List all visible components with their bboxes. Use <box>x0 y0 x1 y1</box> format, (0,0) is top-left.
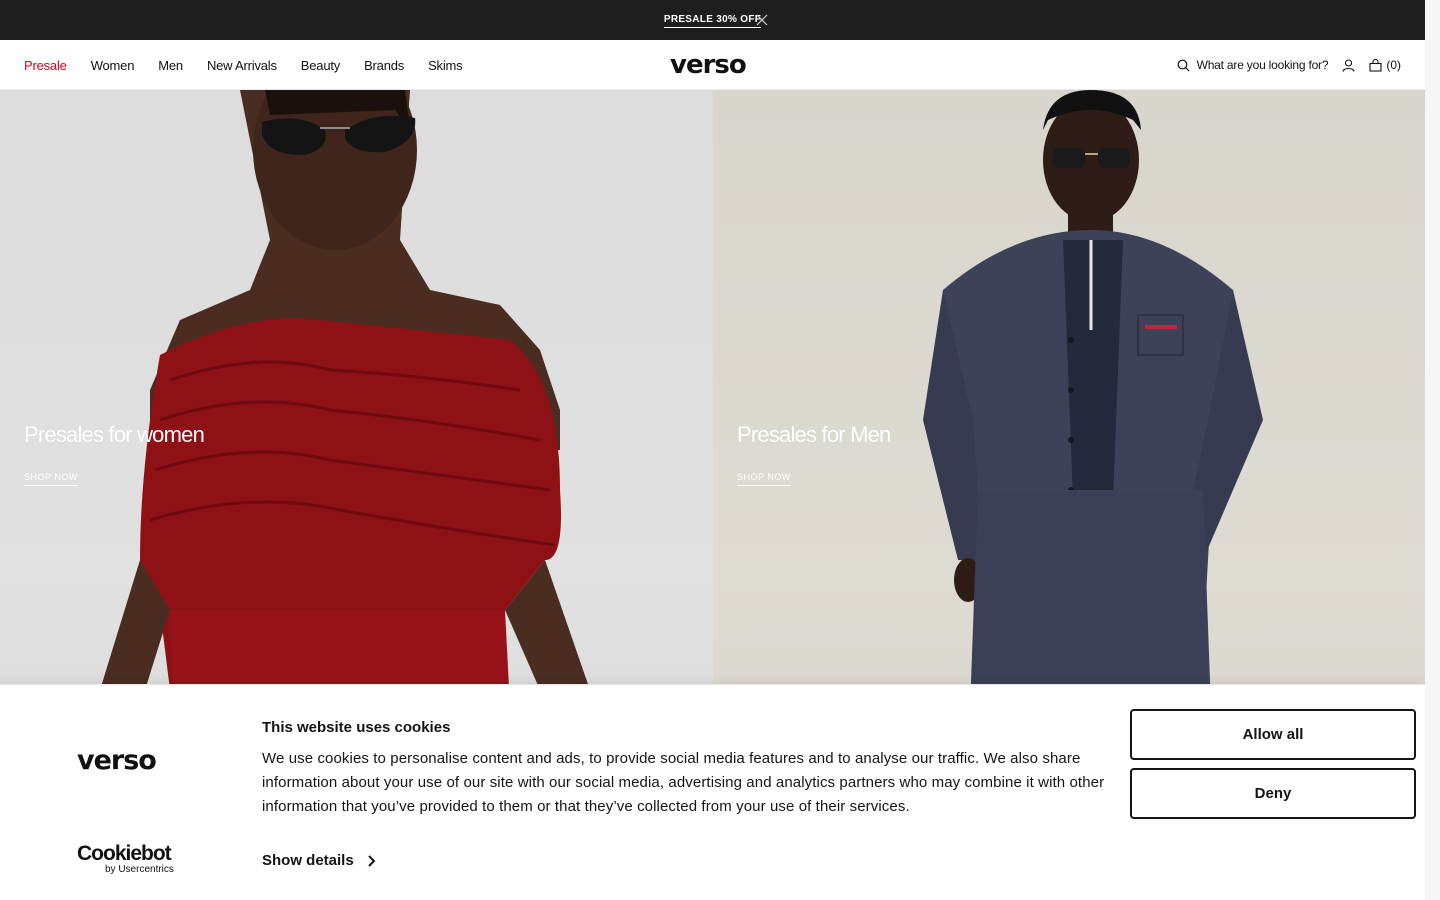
cookiebot-name: Cookiebot <box>77 842 172 865</box>
shop-now-women-link[interactable]: SHOP NOW <box>24 472 78 486</box>
cookie-text: We use cookies to personalise content an… <box>262 750 1105 815</box>
chevron-right-icon <box>367 854 376 867</box>
nav-item-brands[interactable]: Brands <box>364 58 404 73</box>
bag-count[interactable]: (0) <box>1386 58 1401 72</box>
show-details-label: Show details <box>262 852 354 869</box>
site-header: Presale Women Men New Arrivals Beauty Br… <box>0 40 1425 90</box>
nav-item-skims[interactable]: Skims <box>428 58 463 73</box>
cookie-banner: verso Cookiebot by Usercentrics This web… <box>0 684 1425 900</box>
cookie-title: This website uses cookies <box>262 719 451 736</box>
allow-all-button[interactable]: Allow all <box>1130 709 1416 760</box>
header-actions: What are you looking for? (0) <box>1177 40 1401 90</box>
cookiebot-logo: Cookiebot by Usercentrics <box>77 843 174 875</box>
deny-button[interactable]: Deny <box>1130 768 1416 819</box>
site-logo[interactable]: verso <box>670 52 747 78</box>
scrollbar[interactable] <box>1425 0 1440 900</box>
hero-women-heading: Presales for women <box>24 422 205 447</box>
main-nav: Presale Women Men New Arrivals Beauty Br… <box>24 40 486 90</box>
show-details-link[interactable]: Show details <box>262 852 376 869</box>
search-icon[interactable] <box>1177 59 1190 72</box>
user-icon[interactable] <box>1342 58 1355 72</box>
cookiebot-by: by Usercentrics <box>105 864 174 875</box>
nav-item-beauty[interactable]: Beauty <box>301 58 340 73</box>
nav-item-presale[interactable]: Presale <box>24 58 67 73</box>
close-icon[interactable] <box>756 14 768 26</box>
promo-text[interactable]: PRESALE 30% OFF <box>663 14 762 28</box>
search-input[interactable]: What are you looking for? <box>1197 58 1329 72</box>
hero-men-heading: Presales for Men <box>737 422 891 447</box>
nav-item-men[interactable]: Men <box>158 58 183 73</box>
cookie-banner-logo: verso <box>77 745 157 776</box>
promo-bar: PRESALE 30% OFF <box>0 0 1425 40</box>
nav-item-new-arrivals[interactable]: New Arrivals <box>207 58 277 73</box>
shop-now-men-link[interactable]: SHOP NOW <box>737 472 791 486</box>
nav-item-women[interactable]: Women <box>91 58 135 73</box>
bag-icon[interactable] <box>1369 58 1382 72</box>
